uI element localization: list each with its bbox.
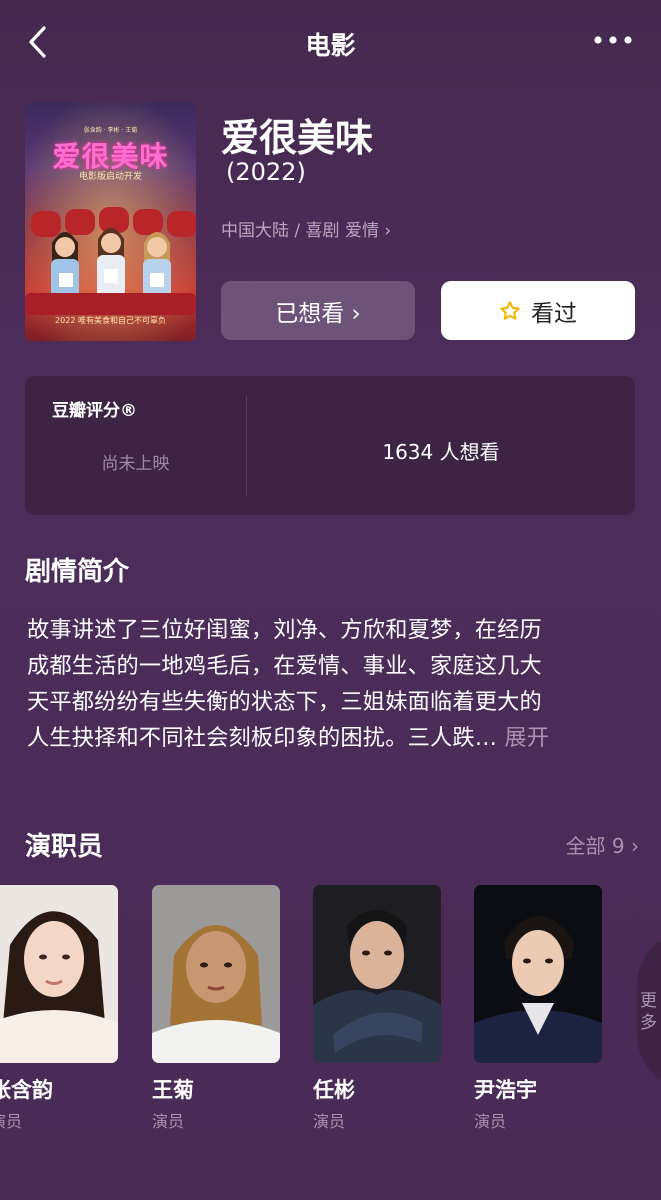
cast-role: 演员 xyxy=(474,1112,507,1131)
rating-card: 豆瓣评分® 尚未上映 1634 人想看 xyxy=(25,376,635,515)
cast-name: 王菊 xyxy=(152,1078,194,1102)
poster-tagline: 2022 唯有美食和自己不可辜负 xyxy=(55,316,166,325)
cast-role: 演员 xyxy=(313,1112,346,1131)
poster-credits: 张含韵 · 李彬 · 王菊 xyxy=(83,127,138,134)
want-to-watch-button[interactable]: 已想看 › xyxy=(221,281,415,340)
want-to-watch-label: 已想看 › xyxy=(275,300,361,327)
cast-role: 演员 xyxy=(0,1112,23,1131)
poster-subtitle: 电影版启动开发 xyxy=(78,172,142,182)
synopsis-line: 故事讲述了三位好闺蜜，刘净、方欣和夏梦，在经历 xyxy=(27,617,542,643)
movie-genre-link[interactable]: 中国大陆 / 喜剧 爱情 › xyxy=(221,216,391,241)
cast-role: 演员 xyxy=(152,1112,185,1131)
synopsis-text: 故事讲述了三位好闺蜜，刘净、方欣和夏梦，在经历 成都生活的一地鸡毛后，在爱情、事… xyxy=(27,612,637,756)
cast-photo xyxy=(474,885,602,1063)
synopsis-line: 人生抉择和不同社会刻板印象的困扰。三人跌… 展开 xyxy=(27,720,637,756)
cast-photo xyxy=(152,885,280,1063)
movie-poster[interactable]: 张含韵 · 李彬 · 王菊 爱很美味 电影版启动开发 2022 唯有美食和自己不… xyxy=(25,103,196,341)
synopsis-line-text: 人生抉择和不同社会刻板印象的困扰。三人跌… xyxy=(27,725,498,751)
expand-link[interactable]: 展开 xyxy=(504,725,549,751)
cast-photo xyxy=(0,885,118,1063)
top-nav-bar: 电影 xyxy=(0,0,661,84)
watched-label: 看过 xyxy=(531,300,577,327)
rating-status: 尚未上映 xyxy=(101,454,170,474)
movie-detail-page: 电影 张含韵 · 李彬 · 王菊 爱很美味 电影版启动开发 2022 唯有美食和… xyxy=(0,0,661,1200)
cast-member-card[interactable]: 张含韵 演员 xyxy=(0,885,118,1131)
want-count: 1634 人想看 xyxy=(382,440,500,464)
more-cast-button[interactable]: 更多 xyxy=(637,930,661,1090)
page-title: 电影 xyxy=(305,31,356,60)
cast-name: 尹浩宇 xyxy=(474,1078,537,1102)
cast-name: 任彬 xyxy=(313,1078,355,1102)
cast-member-card[interactable]: 尹浩宇 演员 xyxy=(474,885,602,1131)
star-icon xyxy=(499,300,521,322)
synopsis-line: 天平都纷纷有些失衡的状态下，三姐妹面临着更大的 xyxy=(27,689,542,715)
synopsis-line: 成都生活的一地鸡毛后，在爱情、事业、家庭这几大 xyxy=(27,653,542,679)
more-cast-label: 更多 xyxy=(640,991,657,1033)
cast-title: 演职员 xyxy=(25,832,104,862)
more-options-button[interactable] xyxy=(593,32,633,48)
cast-member-card[interactable]: 任彬 演员 xyxy=(313,885,441,1131)
douban-rating-label: 豆瓣评分® xyxy=(52,401,137,421)
synopsis-title: 剧情简介 xyxy=(25,557,130,587)
all-cast-link[interactable]: 全部 9 › xyxy=(566,830,639,859)
more-dots-icon xyxy=(594,36,632,44)
watched-button[interactable]: 看过 xyxy=(441,281,635,340)
movie-year: (2022) xyxy=(226,158,306,186)
cast-member-card[interactable]: 王菊 演员 xyxy=(152,885,280,1131)
movie-title: 爱很美味 xyxy=(221,116,374,160)
cast-name: 张含韵 xyxy=(0,1078,53,1102)
cast-photo xyxy=(313,885,441,1063)
